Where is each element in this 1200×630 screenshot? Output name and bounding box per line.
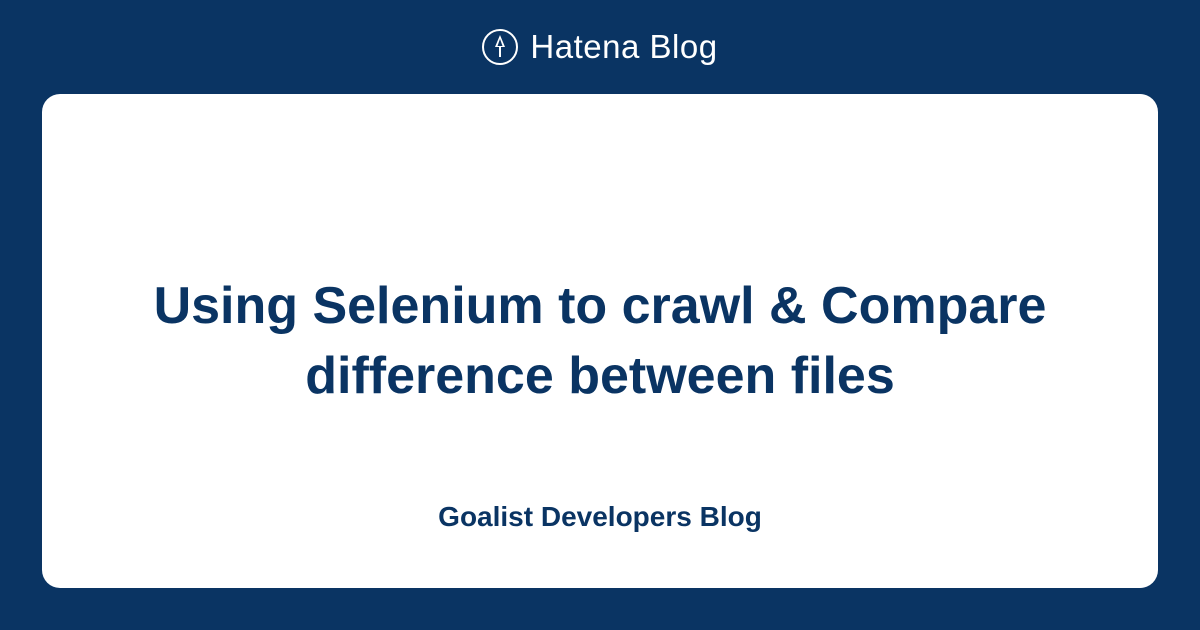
article-card: Using Selenium to crawl & Compare differ… [42, 94, 1158, 588]
brand-header: Hatena Blog [0, 0, 1200, 94]
blog-name: Goalist Developers Blog [42, 501, 1158, 533]
pen-icon [482, 29, 518, 65]
article-title: Using Selenium to crawl & Compare differ… [150, 271, 1050, 411]
pen-nib-svg [492, 35, 508, 59]
brand-name: Hatena Blog [530, 28, 717, 66]
